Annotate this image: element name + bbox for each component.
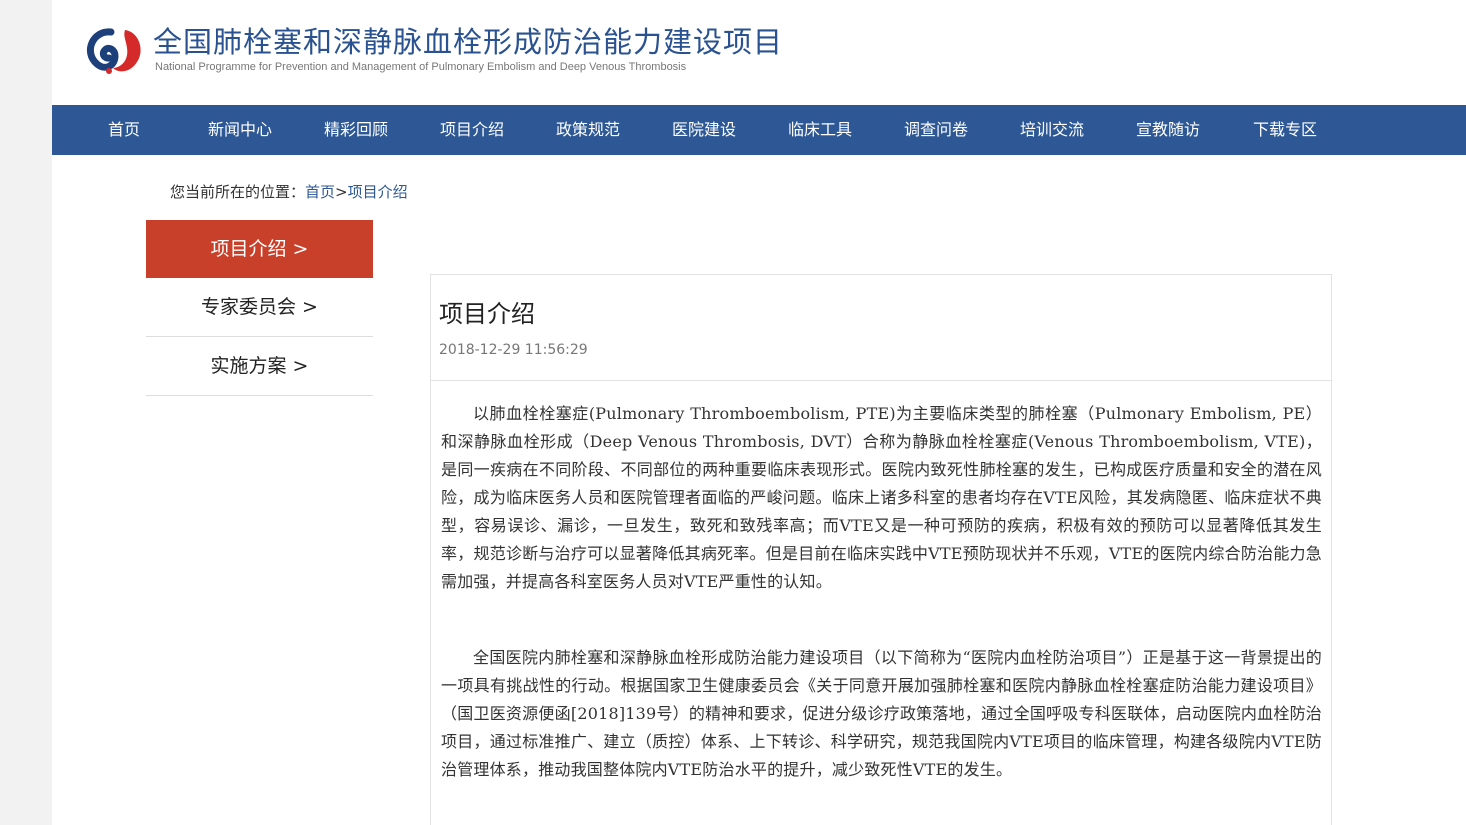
site-title: 全国肺栓塞和深静脉血栓形成防治能力建设项目 xyxy=(153,25,784,59)
nav-item-clinical-tools[interactable]: 临床工具 xyxy=(762,105,878,155)
nav-item-news[interactable]: 新闻中心 xyxy=(182,105,298,155)
nav-item-survey[interactable]: 调查问卷 xyxy=(878,105,994,155)
article-divider xyxy=(431,380,1331,381)
main-nav: 首页 新闻中心 精彩回顾 项目介绍 政策规范 医院建设 临床工具 调查问卷 培训… xyxy=(52,105,1466,155)
site-header: 全国肺栓塞和深静脉血栓形成防治能力建设项目 National Programme… xyxy=(52,0,1466,105)
breadcrumb-separator: > xyxy=(335,183,348,201)
nav-item-home[interactable]: 首页 xyxy=(66,105,182,155)
article-panel: 项目介绍 2018-12-29 11:56:29 以肺血栓栓塞症(Pulmona… xyxy=(430,274,1332,825)
breadcrumb-current-link[interactable]: 项目介绍 xyxy=(348,183,408,201)
article-title: 项目介绍 xyxy=(439,300,535,328)
article-date: 2018-12-29 11:56:29 xyxy=(439,342,588,358)
breadcrumb-prefix: 您当前所在的位置： xyxy=(170,183,306,201)
sidebar-item-implementation-plan[interactable]: 实施方案 > xyxy=(146,337,373,396)
nav-item-project-intro[interactable]: 项目介绍 xyxy=(414,105,530,155)
nav-item-highlights[interactable]: 精彩回顾 xyxy=(298,105,414,155)
lung-drop-logo-icon[interactable] xyxy=(85,26,143,76)
site-subtitle: National Programme for Prevention and Ma… xyxy=(155,61,687,73)
nav-item-training[interactable]: 培训交流 xyxy=(994,105,1110,155)
article-body: 以肺血栓栓塞症(Pulmonary Thromboembolism, PTE)为… xyxy=(441,400,1322,784)
nav-item-education[interactable]: 宣教随访 xyxy=(1110,105,1226,155)
page: 全国肺栓塞和深静脉血栓形成防治能力建设项目 National Programme… xyxy=(0,0,1466,825)
sidebar-item-project-intro[interactable]: 项目介绍 > xyxy=(146,220,373,278)
sidebar: 项目介绍 > 专家委员会 > 实施方案 > xyxy=(146,220,373,396)
sidebar-item-expert-committee[interactable]: 专家委员会 > xyxy=(146,278,373,337)
nav-item-downloads[interactable]: 下载专区 xyxy=(1227,105,1343,155)
breadcrumb-home-link[interactable]: 首页 xyxy=(305,183,335,201)
breadcrumb: 您当前所在的位置：首页>项目介绍 xyxy=(170,181,408,203)
article-paragraph: 全国医院内肺栓塞和深静脉血栓形成防治能力建设项目（以下简称为“医院内血栓防治项目… xyxy=(441,648,1322,779)
article-paragraph: 以肺血栓栓塞症(Pulmonary Thromboembolism, PTE)为… xyxy=(441,404,1322,591)
nav-item-policy[interactable]: 政策规范 xyxy=(530,105,646,155)
nav-item-hospital-building[interactable]: 医院建设 xyxy=(646,105,762,155)
